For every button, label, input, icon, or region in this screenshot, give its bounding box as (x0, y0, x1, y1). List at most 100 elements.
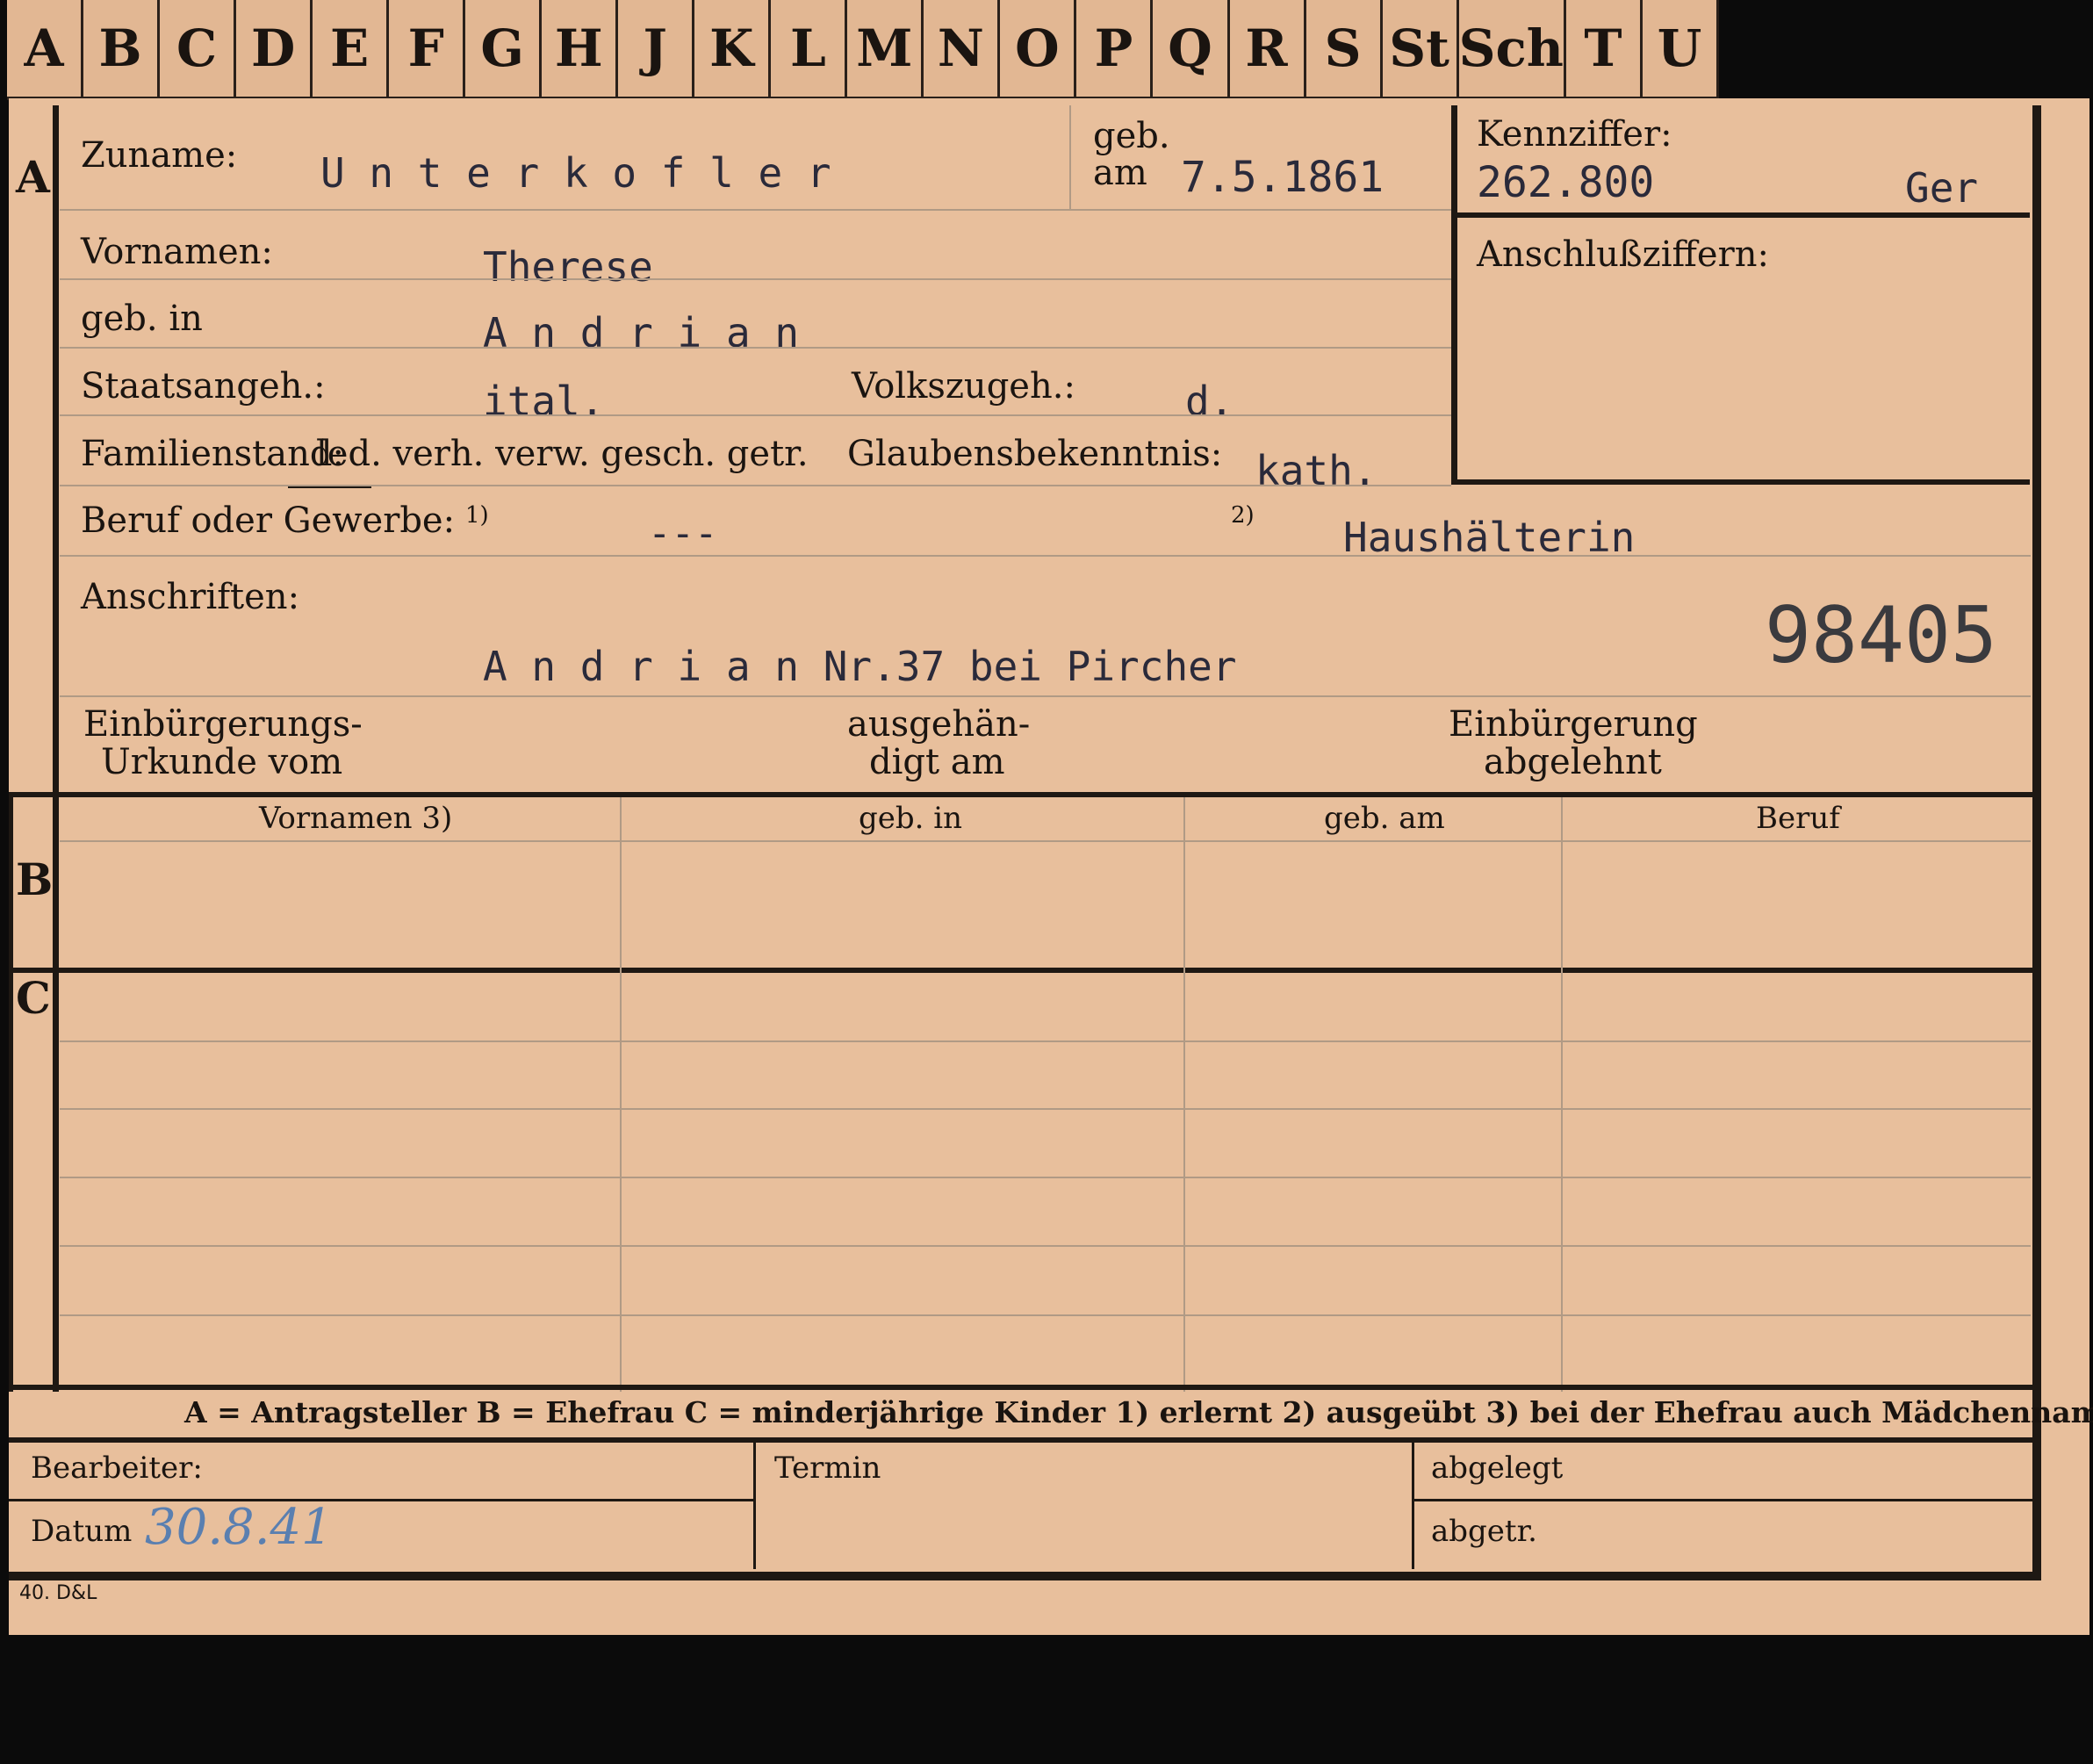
rule (9, 1499, 753, 1501)
birth-label: geb. (1093, 116, 1170, 156)
alphabet-tab: J (618, 0, 695, 97)
code-value: 262.800 (1477, 158, 1655, 207)
alphabet-tabs: A B C D E F G H J K L M N O P Q R S St Sch T U (7, 0, 1720, 100)
alphabet-tab: G (465, 0, 543, 97)
right-box-rule (1457, 212, 2030, 218)
col-rule (1561, 797, 1563, 1392)
refused-label: Einbürgerung (1449, 704, 1698, 745)
address-label: Anschriften: (81, 577, 300, 617)
ethnicity-label: Volkszugeh.: (852, 366, 1075, 407)
alphabet-tab: C (160, 0, 237, 97)
rule (60, 695, 2031, 697)
footnote-2-marker: 2) (1231, 502, 1255, 529)
birth-label-am: am (1093, 153, 1147, 193)
section-b-label: B (16, 853, 54, 905)
first-names-value: Therese (483, 243, 653, 291)
right-box-rule (1457, 479, 2030, 485)
col-rule (1412, 1442, 1414, 1569)
alphabet-tab: O (1000, 0, 1077, 97)
citizenship-value: ital. (483, 378, 605, 425)
rule (60, 209, 1451, 211)
alphabet-tab: Sch (1459, 0, 1566, 97)
rule (1412, 1499, 2032, 1501)
print-mark: 40. D&L (19, 1582, 97, 1604)
rule (60, 1177, 2031, 1178)
alphabet-tab: L (771, 0, 848, 97)
rule (60, 485, 1451, 486)
rule (60, 1314, 2031, 1316)
footnote-1-marker: 1) (465, 502, 489, 529)
surname-value: U n t e r k o f l e r (320, 149, 831, 197)
margin-rule (53, 105, 59, 1392)
alphabet-tab: F (389, 0, 466, 97)
alphabet-tab: A (7, 0, 84, 97)
alphabet-tab: H (542, 0, 619, 97)
legend-rule (9, 1437, 2032, 1443)
refused-label-2: abgelehnt (1484, 742, 1662, 782)
naturalization-cert-label: Einbürgerungs- (83, 704, 363, 745)
section-c-label: C (16, 972, 51, 1024)
code-suffix: Ger (1905, 164, 1979, 212)
col-rule (620, 797, 622, 1392)
card-frame (9, 105, 2041, 1580)
section-a-label: A (16, 151, 50, 203)
religion-label: Glaubensbekenntnis: (847, 434, 1223, 474)
first-names-label: Vornamen: (81, 232, 273, 272)
alphabet-tab: N (924, 0, 1001, 97)
date-label: Datum (31, 1514, 133, 1549)
handed-label-2: digt am (869, 742, 1005, 782)
naturalization-cert-label-2: Urkunde vom (101, 742, 343, 782)
alphabet-tab: St (1383, 0, 1459, 97)
alphabet-tab: B (83, 0, 161, 97)
marital-label: Familienstand: (81, 434, 344, 474)
alphabet-tab: S (1306, 0, 1383, 97)
col-birthplace: geb. in (859, 801, 963, 836)
rule (60, 347, 1451, 349)
left-edge (9, 797, 13, 1392)
clerk-label: Bearbeiter: (31, 1451, 203, 1486)
address-value: A n d r i a n Nr.37 bei Pircher (483, 643, 1237, 690)
alphabet-tab: T (1566, 0, 1643, 97)
date-value: 30.8.41 (145, 1499, 333, 1556)
religion-value: kath. (1255, 447, 1377, 494)
code-label: Kennziffer: (1477, 114, 1672, 155)
col-occupation: Beruf (1756, 801, 1840, 836)
alphabet-tab: D (236, 0, 313, 97)
section-rule (9, 792, 2032, 797)
birth-date-value: 7.5.1861 (1181, 153, 1385, 202)
alphabet-tab: M (847, 0, 924, 97)
alphabet-tab: E (313, 0, 390, 97)
right-box-rule (1451, 105, 1457, 485)
rule (60, 840, 2031, 842)
link-label: Anschlußziffern: (1477, 234, 1769, 275)
rule (60, 1245, 2031, 1247)
occupation-label: Beruf oder Gewerbe: (81, 500, 456, 541)
handed-label: ausgehän- (847, 704, 1031, 745)
stamp-number: 98405 (1765, 590, 1997, 680)
col-rule (753, 1442, 756, 1569)
rule (60, 555, 2031, 557)
legend: A = Antragsteller B = Ehefrau C = minder… (184, 1395, 2093, 1429)
ethnicity-value: d. (1185, 378, 1234, 425)
occupation-learned: --- (648, 511, 718, 556)
legend-rule (9, 1385, 2032, 1390)
rule (60, 1040, 2031, 1042)
birthplace-label: geb. in (81, 299, 203, 339)
filed-label: abgelegt (1431, 1451, 1564, 1486)
term-label: Termin (774, 1451, 881, 1486)
rule (60, 414, 1451, 416)
col-rule (1183, 797, 1185, 1392)
alphabet-tab: Q (1153, 0, 1230, 97)
marital-options: led. verh. verw. gesch. getr. (316, 434, 809, 474)
alphabet-tab: U (1643, 0, 1720, 97)
index-card: A B C Zuname: U n t e r k o f l e r geb.… (9, 98, 2093, 1635)
birthplace-value: A n d r i a n (483, 309, 800, 356)
section-rule (9, 968, 2032, 973)
surname-label: Zuname: (81, 135, 238, 176)
occupation-practiced: Haushälterin (1343, 514, 1636, 561)
rule (60, 278, 1451, 280)
removed-label: abgetr. (1431, 1514, 1537, 1549)
col-birthdate: geb. am (1324, 801, 1445, 836)
birth-divider (1069, 105, 1071, 209)
alphabet-tab: P (1076, 0, 1154, 97)
